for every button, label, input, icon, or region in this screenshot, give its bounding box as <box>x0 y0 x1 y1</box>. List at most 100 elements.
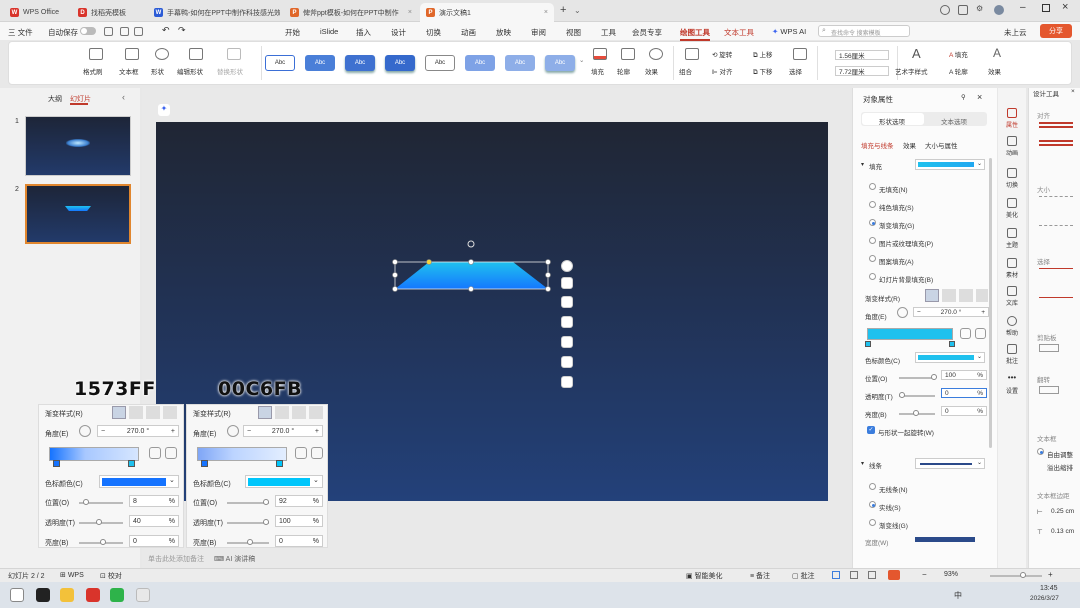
angle-decrement[interactable]: − <box>917 309 921 316</box>
minimize-icon[interactable]: – <box>1020 2 1026 13</box>
margin-value-1[interactable]: 0.25 cm <box>1051 508 1074 515</box>
comment-tool[interactable]: 批注 <box>1000 344 1024 365</box>
material-tool[interactable]: 素材 <box>1000 258 1024 279</box>
pen-icon[interactable] <box>561 296 573 308</box>
zoom-in-icon[interactable]: + <box>1048 570 1053 579</box>
tab-ppt-template[interactable]: P 俾斧ppt模板-如何在PPT中制作 × <box>284 3 418 22</box>
slide-thumbnail-1[interactable] <box>25 116 131 176</box>
zoom-level[interactable]: 93% <box>944 571 958 578</box>
stop-color-dropdown[interactable]: ⌄ <box>99 475 179 488</box>
smart-beautify-button[interactable]: ▣ 智能美化 <box>686 571 723 581</box>
menu-transition[interactable]: 切换 <box>426 27 441 38</box>
transparency-field[interactable]: 100 % <box>275 515 323 527</box>
clock-date[interactable]: 2026/3/27 <box>1030 595 1059 602</box>
zoom-slider[interactable] <box>990 572 1042 578</box>
rotate-button[interactable]: ⟲ 旋转 <box>712 49 732 59</box>
text-outline-button[interactable]: A 轮廓 <box>949 66 968 76</box>
radio-autofit[interactable] <box>1037 448 1044 455</box>
slider-knob[interactable] <box>899 392 905 398</box>
reading-view-icon[interactable] <box>868 571 876 579</box>
angle-decrement[interactable]: − <box>101 428 105 435</box>
slider-knob[interactable] <box>247 539 253 545</box>
expand-icon[interactable]: ▾ <box>861 460 864 467</box>
menu-view[interactable]: 视图 <box>566 27 581 38</box>
chevron-down-icon[interactable]: ⌄ <box>574 6 581 15</box>
add-stop-icon[interactable] <box>960 328 971 339</box>
undo-icon[interactable]: ↶ <box>162 25 170 36</box>
angle-increment[interactable]: + <box>981 309 985 316</box>
gradient-radial-button[interactable] <box>942 289 956 302</box>
gradient-radial-button[interactable] <box>129 406 143 419</box>
radio-no-line[interactable] <box>869 483 876 490</box>
gradient-linear-button[interactable] <box>258 406 272 419</box>
gradient-radial-button[interactable] <box>275 406 289 419</box>
angle-field[interactable]: − 270.0 ° + <box>913 307 989 317</box>
zoom-out-icon[interactable]: − <box>922 570 927 579</box>
radio-solid-fill[interactable] <box>869 201 876 208</box>
wps-status[interactable]: ⊞ WPS <box>60 571 84 579</box>
comments-button[interactable]: ▢ 批注 <box>792 571 815 581</box>
brightness-field[interactable]: 0 % <box>275 535 323 547</box>
gradient-linear-button[interactable] <box>112 406 126 419</box>
settings-icon[interactable]: ⚙ <box>976 4 983 13</box>
ai-notes-button[interactable]: ⌨ AI 演讲稿 <box>214 554 255 564</box>
send-backward-button[interactable]: ⧉ 下移 <box>753 66 772 77</box>
menu-text-tools[interactable]: 文本工具 <box>724 27 754 38</box>
distribute-icons[interactable] <box>1039 140 1073 146</box>
gradient-bar[interactable] <box>49 447 139 461</box>
radio-gradient-fill[interactable] <box>869 219 876 226</box>
text-fill-button[interactable]: A 填充 <box>949 49 968 59</box>
menu-animation[interactable]: 动画 <box>461 27 476 38</box>
new-tab-button[interactable]: + <box>560 4 566 16</box>
shape-style-8[interactable]: Abc <box>545 55 575 71</box>
share-button[interactable]: 分享 <box>1040 24 1072 38</box>
shape-button[interactable]: 形状 <box>151 66 164 76</box>
flip-icons[interactable] <box>1039 386 1059 394</box>
gradient-stop-left[interactable] <box>53 460 60 467</box>
menu-drawing-tools[interactable]: 绘图工具 <box>680 27 710 41</box>
radio-solid-line[interactable] <box>869 501 876 508</box>
outline-button[interactable]: 轮廓 <box>617 66 630 76</box>
height-field[interactable]: 1.56厘米 <box>835 50 889 60</box>
effect-button[interactable]: 效果 <box>645 66 658 76</box>
pane-scrollbar[interactable] <box>989 158 992 448</box>
normal-view-icon[interactable] <box>832 571 840 579</box>
notes-placeholder[interactable]: 单击此处添加备注 <box>148 554 204 564</box>
position-field[interactable]: 92 % <box>275 495 323 507</box>
transparency-field[interactable]: 0 % <box>941 388 987 398</box>
brightness-field[interactable]: 0 % <box>129 535 179 547</box>
print-icon[interactable] <box>134 27 143 36</box>
slide-thumbnail-2[interactable] <box>25 184 131 244</box>
transparency-slider[interactable] <box>79 519 123 525</box>
notes-button[interactable]: ≡ 备注 <box>750 571 770 581</box>
shape-style-2[interactable]: Abc <box>305 55 335 71</box>
select-icons[interactable] <box>1039 268 1073 298</box>
trapezoid-shape[interactable] <box>390 236 556 298</box>
position-slider[interactable] <box>899 374 937 380</box>
group-button[interactable]: 组合 <box>679 66 692 76</box>
transparency-field[interactable]: 40 % <box>129 515 179 527</box>
transparency-slider[interactable] <box>899 392 935 398</box>
gradient-path-button[interactable] <box>163 406 177 419</box>
proofread-status[interactable]: ⊡ 校对 <box>100 571 122 581</box>
menu-tools[interactable]: 工具 <box>601 27 616 38</box>
windows-start-icon[interactable] <box>10 588 24 602</box>
menu-design[interactable]: 设计 <box>391 27 406 38</box>
position-slider[interactable] <box>79 499 123 505</box>
fill-icon[interactable] <box>561 316 573 328</box>
menu-review[interactable]: 审阅 <box>531 27 546 38</box>
stop-color-dropdown[interactable]: ⌄ <box>915 352 985 363</box>
brightness-slider[interactable] <box>227 539 269 545</box>
gradient-stop-right[interactable] <box>128 460 135 467</box>
radio-no-fill[interactable] <box>869 183 876 190</box>
position-field[interactable]: 8 % <box>129 495 179 507</box>
settings-tool[interactable]: ••• 设置 <box>1000 374 1024 396</box>
play-button[interactable] <box>888 570 900 580</box>
format-painter-button[interactable]: 格式刷 <box>83 66 103 76</box>
redo-icon[interactable]: ↷ <box>178 25 186 36</box>
remove-stop-icon[interactable] <box>975 328 986 339</box>
radio-pattern-fill[interactable] <box>869 255 876 262</box>
add-stop-icon[interactable] <box>295 447 307 459</box>
slider-knob[interactable] <box>1020 572 1026 578</box>
gradient-bar[interactable] <box>197 447 287 461</box>
